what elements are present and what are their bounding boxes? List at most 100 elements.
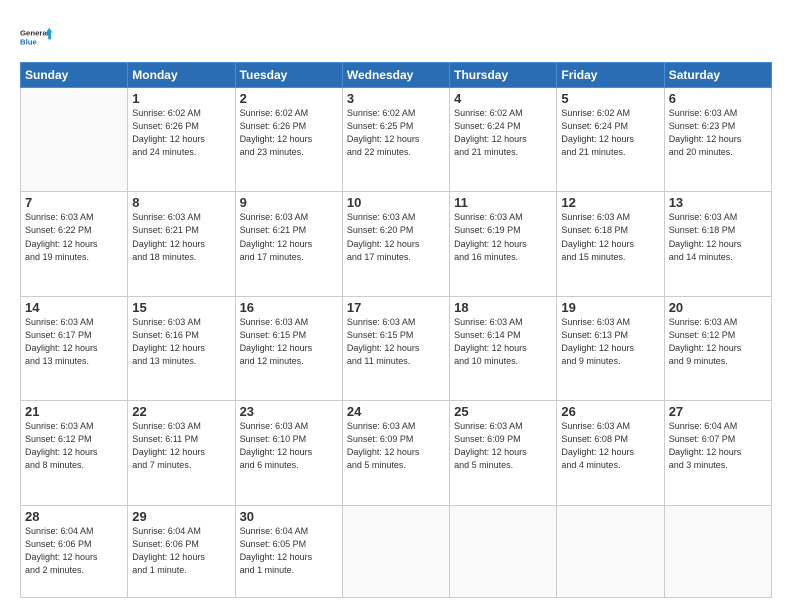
day-info: Sunrise: 6:03 AM Sunset: 6:18 PM Dayligh… [561, 211, 659, 263]
weekday-header-monday: Monday [128, 63, 235, 88]
day-info: Sunrise: 6:03 AM Sunset: 6:14 PM Dayligh… [454, 316, 552, 368]
day-number: 23 [240, 404, 338, 419]
calendar-cell: 11Sunrise: 6:03 AM Sunset: 6:19 PM Dayli… [450, 192, 557, 296]
calendar-cell: 6Sunrise: 6:03 AM Sunset: 6:23 PM Daylig… [664, 88, 771, 192]
day-info: Sunrise: 6:03 AM Sunset: 6:15 PM Dayligh… [240, 316, 338, 368]
calendar-cell: 17Sunrise: 6:03 AM Sunset: 6:15 PM Dayli… [342, 296, 449, 400]
calendar-table: SundayMondayTuesdayWednesdayThursdayFrid… [20, 62, 772, 598]
calendar-cell: 18Sunrise: 6:03 AM Sunset: 6:14 PM Dayli… [450, 296, 557, 400]
calendar-cell: 16Sunrise: 6:03 AM Sunset: 6:15 PM Dayli… [235, 296, 342, 400]
day-number: 18 [454, 300, 552, 315]
calendar-cell: 19Sunrise: 6:03 AM Sunset: 6:13 PM Dayli… [557, 296, 664, 400]
calendar-cell: 26Sunrise: 6:03 AM Sunset: 6:08 PM Dayli… [557, 401, 664, 505]
calendar-cell: 5Sunrise: 6:02 AM Sunset: 6:24 PM Daylig… [557, 88, 664, 192]
day-number: 27 [669, 404, 767, 419]
calendar-cell: 9Sunrise: 6:03 AM Sunset: 6:21 PM Daylig… [235, 192, 342, 296]
calendar-cell: 29Sunrise: 6:04 AM Sunset: 6:06 PM Dayli… [128, 505, 235, 597]
calendar-cell [342, 505, 449, 597]
day-info: Sunrise: 6:03 AM Sunset: 6:08 PM Dayligh… [561, 420, 659, 472]
day-info: Sunrise: 6:03 AM Sunset: 6:16 PM Dayligh… [132, 316, 230, 368]
day-info: Sunrise: 6:04 AM Sunset: 6:07 PM Dayligh… [669, 420, 767, 472]
calendar-week-row: 28Sunrise: 6:04 AM Sunset: 6:06 PM Dayli… [21, 505, 772, 597]
calendar-cell [21, 88, 128, 192]
day-info: Sunrise: 6:03 AM Sunset: 6:12 PM Dayligh… [25, 420, 123, 472]
day-number: 28 [25, 509, 123, 524]
calendar-cell: 12Sunrise: 6:03 AM Sunset: 6:18 PM Dayli… [557, 192, 664, 296]
day-number: 9 [240, 195, 338, 210]
calendar-cell: 28Sunrise: 6:04 AM Sunset: 6:06 PM Dayli… [21, 505, 128, 597]
header: General Blue [20, 18, 772, 56]
calendar-cell: 20Sunrise: 6:03 AM Sunset: 6:12 PM Dayli… [664, 296, 771, 400]
weekday-header-saturday: Saturday [664, 63, 771, 88]
calendar-cell: 27Sunrise: 6:04 AM Sunset: 6:07 PM Dayli… [664, 401, 771, 505]
svg-text:General: General [20, 29, 49, 38]
logo-svg: General Blue [20, 18, 54, 56]
calendar-cell: 21Sunrise: 6:03 AM Sunset: 6:12 PM Dayli… [21, 401, 128, 505]
day-info: Sunrise: 6:02 AM Sunset: 6:26 PM Dayligh… [132, 107, 230, 159]
calendar-cell: 30Sunrise: 6:04 AM Sunset: 6:05 PM Dayli… [235, 505, 342, 597]
day-number: 6 [669, 91, 767, 106]
day-info: Sunrise: 6:03 AM Sunset: 6:21 PM Dayligh… [240, 211, 338, 263]
calendar-cell [450, 505, 557, 597]
day-info: Sunrise: 6:03 AM Sunset: 6:11 PM Dayligh… [132, 420, 230, 472]
weekday-header-thursday: Thursday [450, 63, 557, 88]
day-number: 8 [132, 195, 230, 210]
day-info: Sunrise: 6:02 AM Sunset: 6:25 PM Dayligh… [347, 107, 445, 159]
calendar-header-row: SundayMondayTuesdayWednesdayThursdayFrid… [21, 63, 772, 88]
day-info: Sunrise: 6:03 AM Sunset: 6:21 PM Dayligh… [132, 211, 230, 263]
day-number: 11 [454, 195, 552, 210]
day-info: Sunrise: 6:04 AM Sunset: 6:06 PM Dayligh… [132, 525, 230, 577]
weekday-header-sunday: Sunday [21, 63, 128, 88]
day-info: Sunrise: 6:03 AM Sunset: 6:09 PM Dayligh… [454, 420, 552, 472]
day-number: 15 [132, 300, 230, 315]
day-info: Sunrise: 6:03 AM Sunset: 6:23 PM Dayligh… [669, 107, 767, 159]
logo: General Blue [20, 18, 54, 56]
day-number: 22 [132, 404, 230, 419]
day-number: 25 [454, 404, 552, 419]
day-number: 24 [347, 404, 445, 419]
day-info: Sunrise: 6:03 AM Sunset: 6:20 PM Dayligh… [347, 211, 445, 263]
calendar-week-row: 21Sunrise: 6:03 AM Sunset: 6:12 PM Dayli… [21, 401, 772, 505]
calendar-cell: 23Sunrise: 6:03 AM Sunset: 6:10 PM Dayli… [235, 401, 342, 505]
weekday-header-friday: Friday [557, 63, 664, 88]
day-info: Sunrise: 6:02 AM Sunset: 6:24 PM Dayligh… [454, 107, 552, 159]
day-number: 30 [240, 509, 338, 524]
calendar-body: 1Sunrise: 6:02 AM Sunset: 6:26 PM Daylig… [21, 88, 772, 598]
day-number: 4 [454, 91, 552, 106]
calendar-cell: 8Sunrise: 6:03 AM Sunset: 6:21 PM Daylig… [128, 192, 235, 296]
day-number: 5 [561, 91, 659, 106]
calendar-cell: 1Sunrise: 6:02 AM Sunset: 6:26 PM Daylig… [128, 88, 235, 192]
day-number: 2 [240, 91, 338, 106]
calendar-cell: 4Sunrise: 6:02 AM Sunset: 6:24 PM Daylig… [450, 88, 557, 192]
day-number: 7 [25, 195, 123, 210]
day-info: Sunrise: 6:04 AM Sunset: 6:06 PM Dayligh… [25, 525, 123, 577]
calendar-cell [664, 505, 771, 597]
day-info: Sunrise: 6:03 AM Sunset: 6:15 PM Dayligh… [347, 316, 445, 368]
calendar-cell: 13Sunrise: 6:03 AM Sunset: 6:18 PM Dayli… [664, 192, 771, 296]
day-info: Sunrise: 6:03 AM Sunset: 6:09 PM Dayligh… [347, 420, 445, 472]
calendar-cell: 2Sunrise: 6:02 AM Sunset: 6:26 PM Daylig… [235, 88, 342, 192]
day-number: 29 [132, 509, 230, 524]
day-number: 12 [561, 195, 659, 210]
day-number: 20 [669, 300, 767, 315]
day-number: 14 [25, 300, 123, 315]
day-info: Sunrise: 6:03 AM Sunset: 6:22 PM Dayligh… [25, 211, 123, 263]
calendar-cell: 14Sunrise: 6:03 AM Sunset: 6:17 PM Dayli… [21, 296, 128, 400]
calendar-week-row: 14Sunrise: 6:03 AM Sunset: 6:17 PM Dayli… [21, 296, 772, 400]
day-info: Sunrise: 6:02 AM Sunset: 6:26 PM Dayligh… [240, 107, 338, 159]
day-number: 21 [25, 404, 123, 419]
calendar-week-row: 1Sunrise: 6:02 AM Sunset: 6:26 PM Daylig… [21, 88, 772, 192]
day-info: Sunrise: 6:03 AM Sunset: 6:17 PM Dayligh… [25, 316, 123, 368]
day-number: 1 [132, 91, 230, 106]
day-number: 16 [240, 300, 338, 315]
calendar-cell: 10Sunrise: 6:03 AM Sunset: 6:20 PM Dayli… [342, 192, 449, 296]
day-info: Sunrise: 6:03 AM Sunset: 6:10 PM Dayligh… [240, 420, 338, 472]
day-info: Sunrise: 6:04 AM Sunset: 6:05 PM Dayligh… [240, 525, 338, 577]
day-info: Sunrise: 6:02 AM Sunset: 6:24 PM Dayligh… [561, 107, 659, 159]
page: General Blue SundayMondayTuesdayWednesda… [0, 0, 792, 612]
calendar-cell [557, 505, 664, 597]
day-number: 10 [347, 195, 445, 210]
svg-text:Blue: Blue [20, 37, 38, 46]
day-number: 13 [669, 195, 767, 210]
day-info: Sunrise: 6:03 AM Sunset: 6:18 PM Dayligh… [669, 211, 767, 263]
